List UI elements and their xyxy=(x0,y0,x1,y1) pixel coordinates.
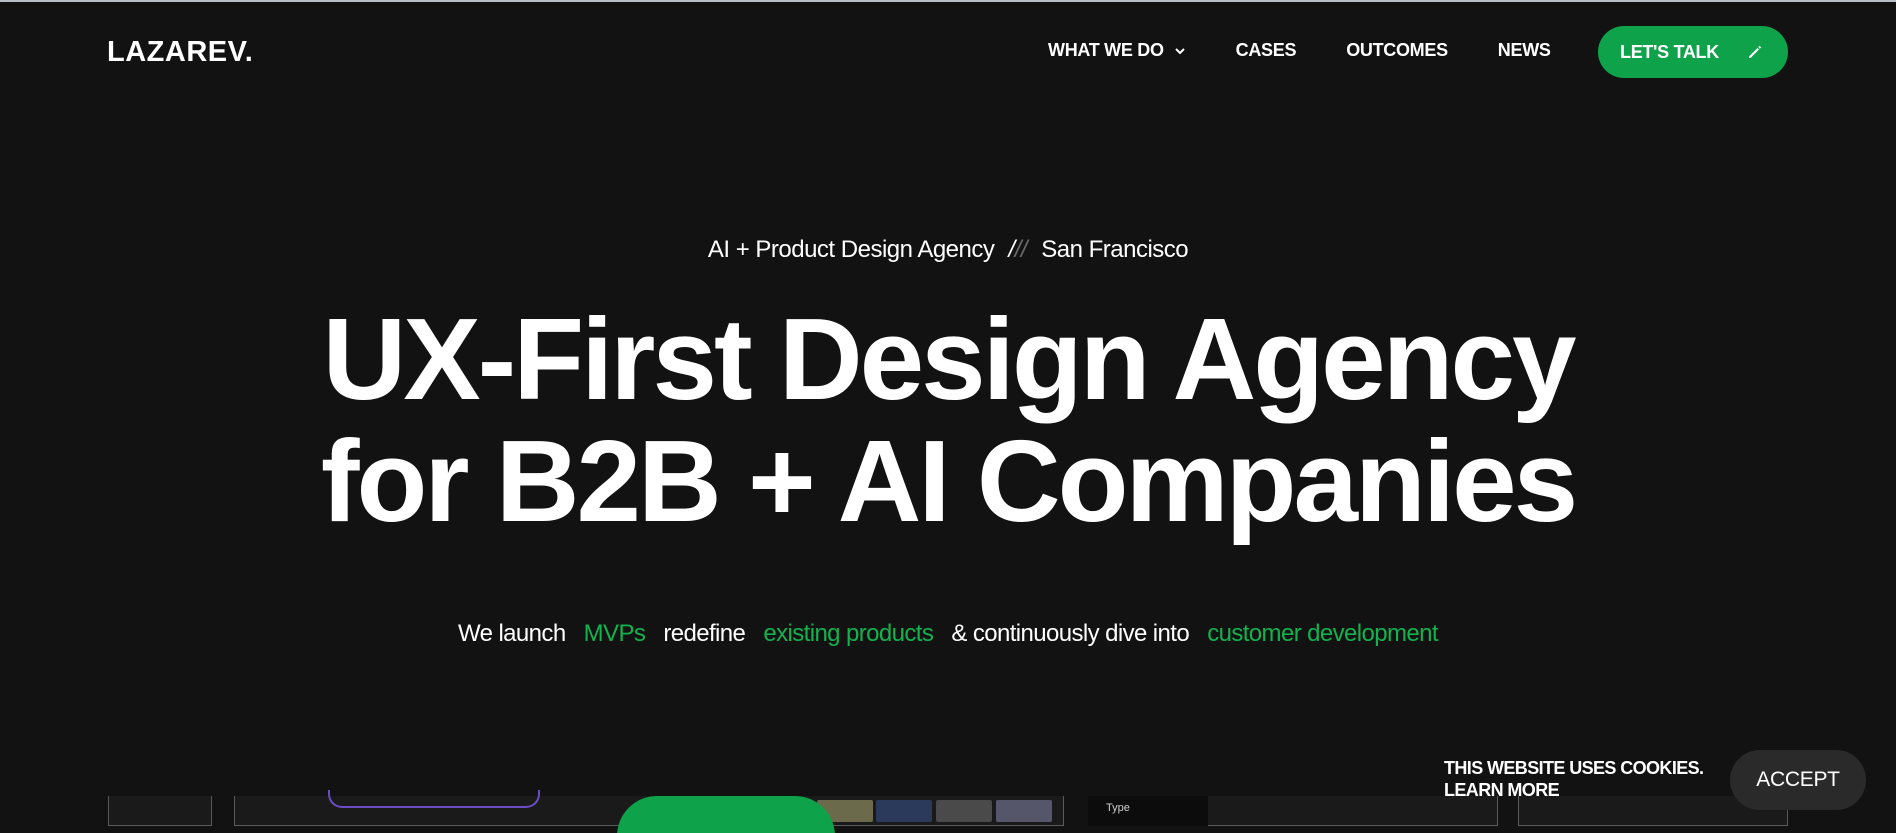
headline-line-2: for B2B + AI Companies xyxy=(320,416,1578,546)
green-shape xyxy=(617,796,835,833)
sub-highlight-customer-development: customer development xyxy=(1207,620,1438,647)
learn-more-link[interactable]: LEARN MORE xyxy=(1444,779,1703,801)
top-border xyxy=(0,0,1896,2)
nav-what-we-do-label: WHAT WE DO xyxy=(1048,40,1164,60)
case-decoration xyxy=(328,790,540,808)
case-thumbnail xyxy=(876,800,932,822)
sub-text-3: & continuously dive into xyxy=(951,620,1190,647)
sub-text-1: We launch xyxy=(458,620,566,647)
sub-text-2: redefine xyxy=(663,620,746,647)
nav-news[interactable]: NEWS xyxy=(1498,40,1551,61)
hero-kicker: AI + Product Design Agency /// San Franc… xyxy=(0,236,1896,264)
lets-talk-button[interactable]: LET'S TALK xyxy=(1598,26,1788,78)
logo[interactable]: LAZAREV. xyxy=(107,36,253,69)
case-thumbnail xyxy=(996,800,1052,822)
cookie-banner: THIS WEBSITE USES COOKIES. LEARN MORE xyxy=(1444,757,1704,801)
case-card[interactable] xyxy=(108,796,212,826)
chevron-down-icon xyxy=(1174,47,1185,54)
kicker-separator: /// xyxy=(1008,236,1028,263)
page-title: UX-First Design Agency for B2B + AI Comp… xyxy=(0,298,1896,542)
case-thumbnail xyxy=(936,800,992,822)
hero-subtitle: We launch MVPs redefine existing product… xyxy=(0,620,1896,648)
type-label: Type xyxy=(1106,802,1130,814)
main-nav: WHAT WE DO CASES OUTCOMES NEWS xyxy=(1048,40,1551,61)
cookie-message: THIS WEBSITE USES COOKIES. xyxy=(1444,758,1704,778)
sub-highlight-existing-products: existing products xyxy=(763,620,934,647)
nav-cases[interactable]: CASES xyxy=(1236,40,1297,61)
nav-outcomes[interactable]: OUTCOMES xyxy=(1346,40,1448,61)
headline-line-1: UX-First Design Agency xyxy=(322,294,1576,424)
lets-talk-label: LET'S TALK xyxy=(1620,41,1719,62)
nav-what-we-do[interactable]: WHAT WE DO xyxy=(1048,40,1186,61)
sub-highlight-mvps: MVPs xyxy=(583,620,646,647)
kicker-agency: AI + Product Design Agency xyxy=(707,236,995,263)
accept-cookies-button[interactable]: ACCEPT xyxy=(1730,750,1866,810)
kicker-location: San Francisco xyxy=(1041,236,1189,263)
pencil-icon xyxy=(1749,45,1762,58)
